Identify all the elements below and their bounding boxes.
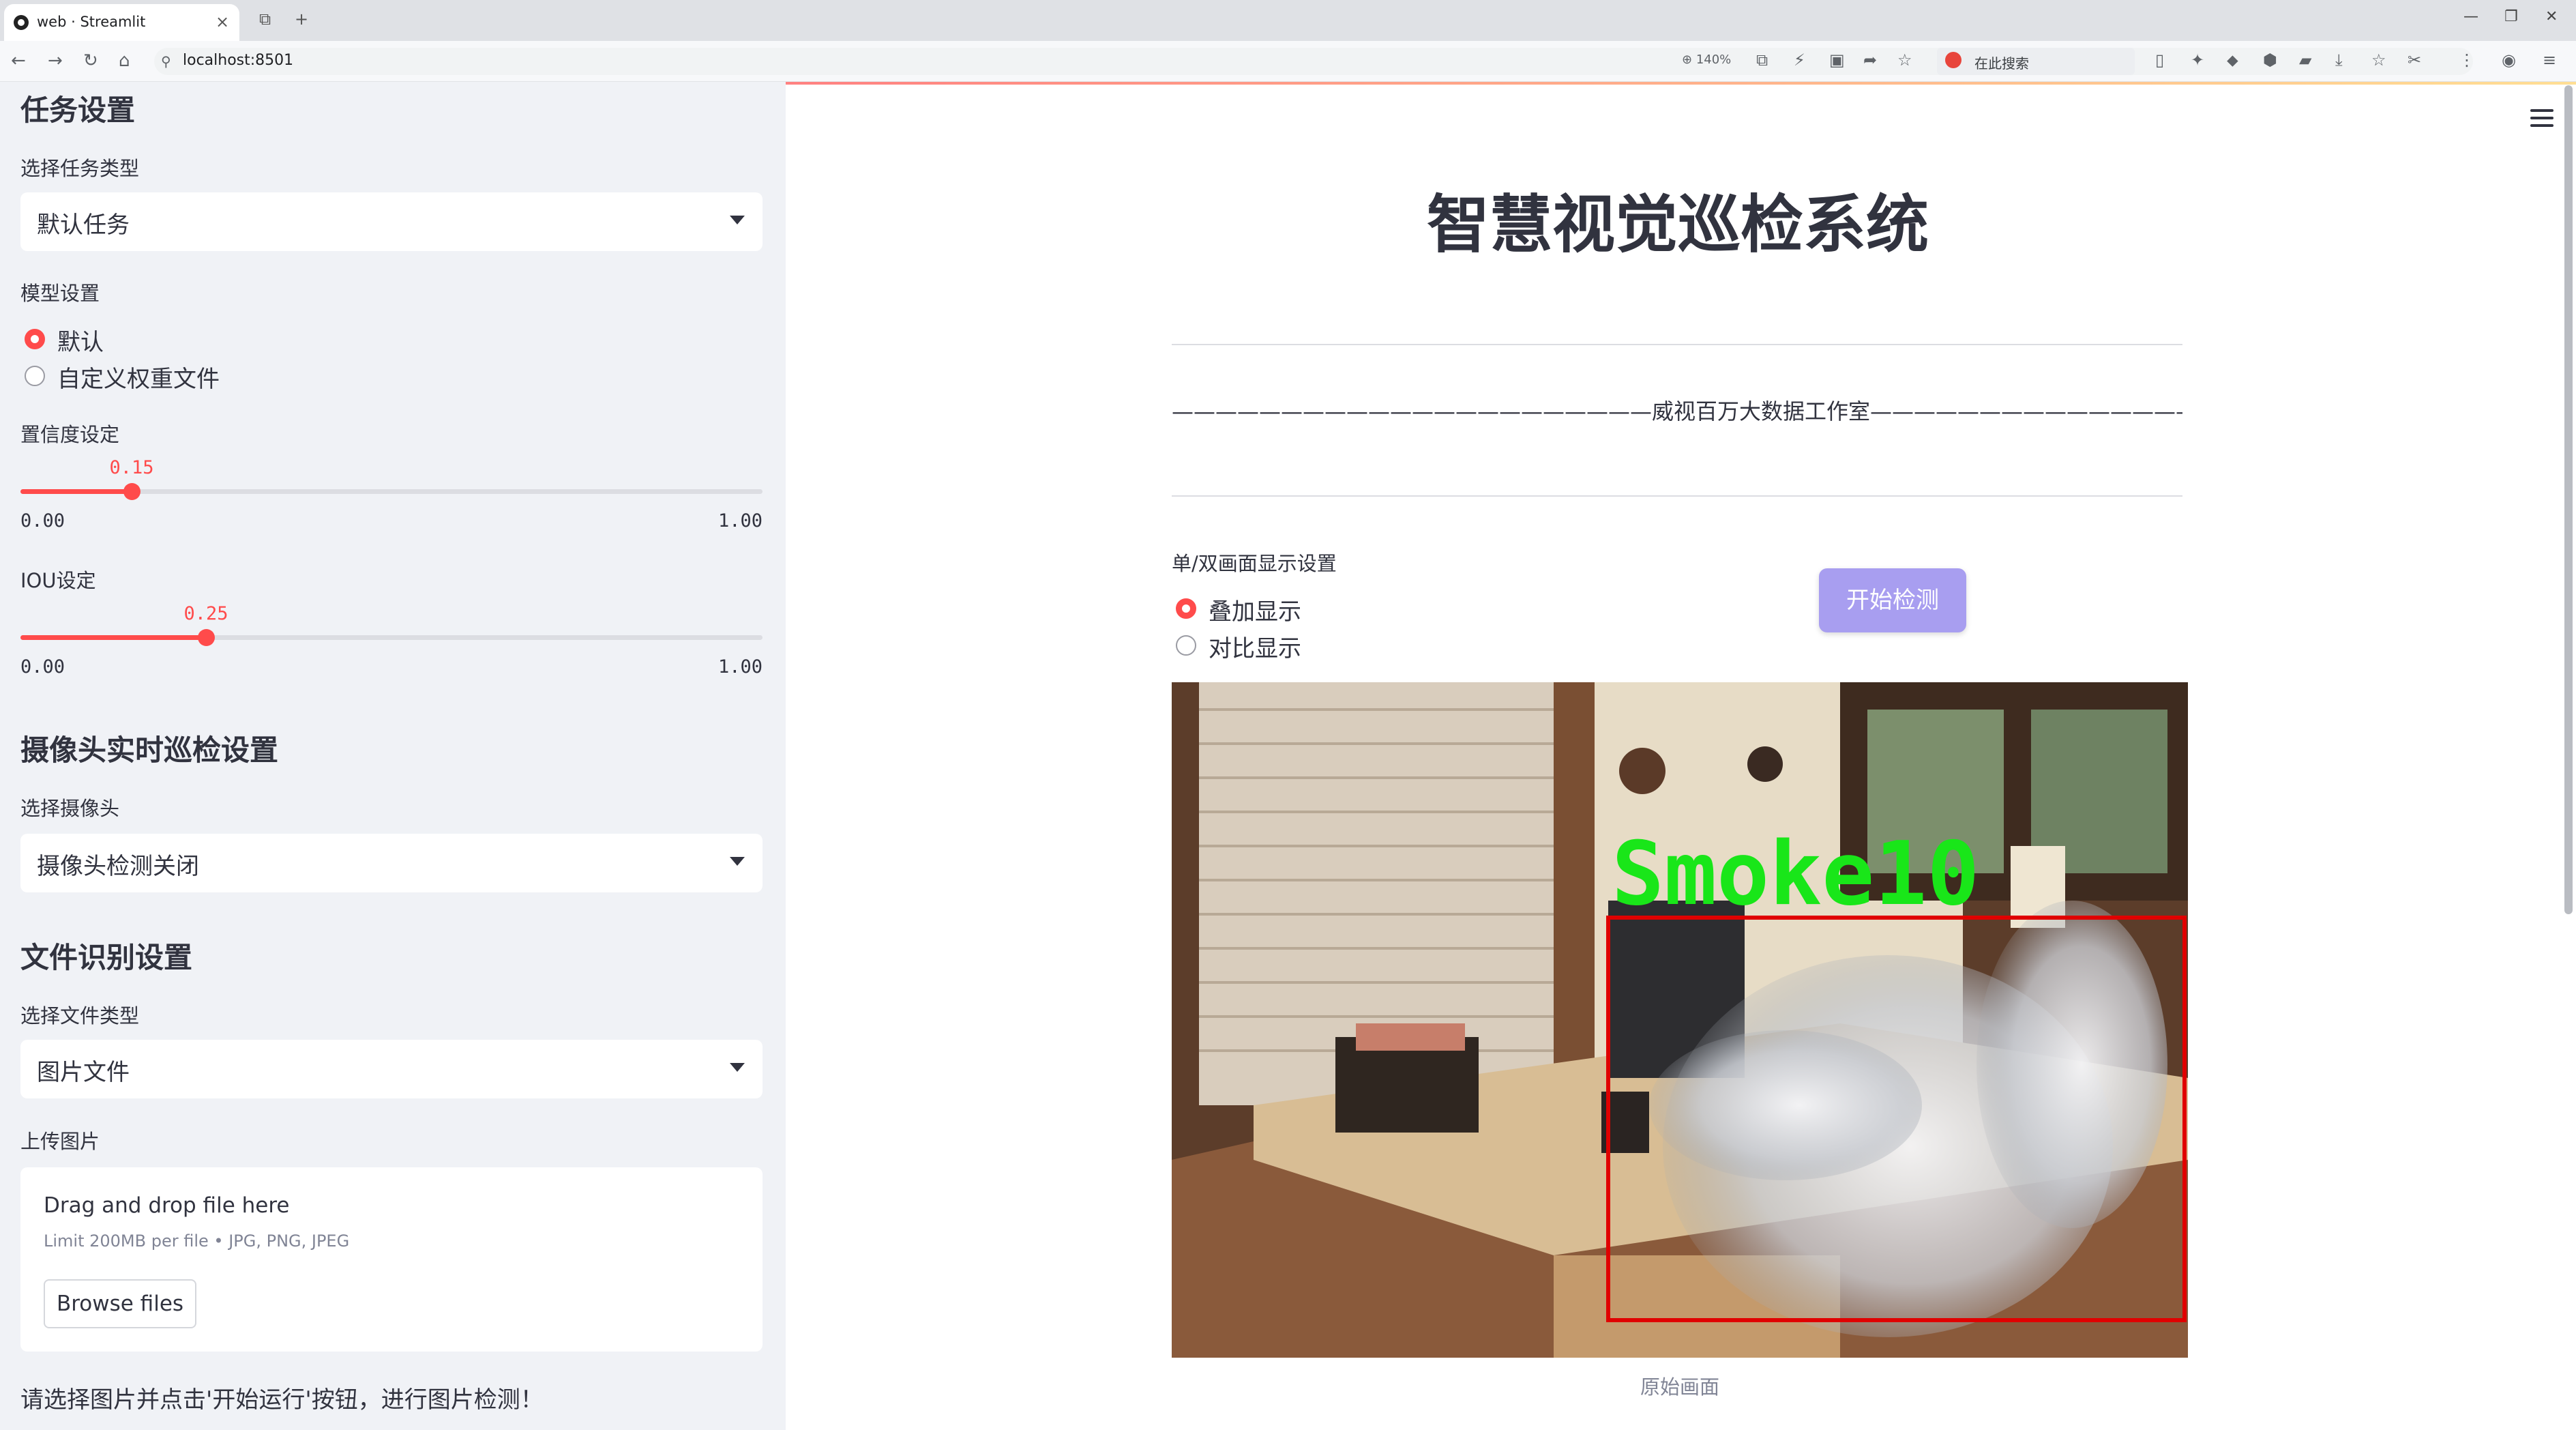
- top-decoration: [786, 82, 2576, 85]
- tab-title: web · Streamlit: [37, 14, 146, 30]
- iou-slider[interactable]: 0.25 0.00 1.00: [20, 603, 763, 677]
- slider-max: 1.00: [717, 656, 763, 677]
- search-engine-icon: [1945, 52, 1961, 68]
- extension-icon[interactable]: ✦: [2191, 50, 2204, 70]
- office-scene-image: Smoke10: [1172, 682, 2188, 1358]
- radio-selected-icon: [25, 329, 45, 349]
- slider-fill: [20, 635, 206, 640]
- phone-icon[interactable]: ▯: [2155, 50, 2164, 70]
- streamlit-favicon-icon: [14, 15, 29, 30]
- radio-label: 自定义权重文件: [57, 366, 220, 393]
- studio-banner: ——————————————————————威视百万大数据工作室————————…: [1172, 398, 2182, 424]
- favorites-icon[interactable]: ☆: [2371, 50, 2386, 70]
- tab-close-icon[interactable]: ×: [216, 12, 229, 31]
- radio-selected-icon: [1176, 598, 1196, 619]
- divider: [1172, 344, 2182, 345]
- camera-select[interactable]: 摄像头检测关闭: [20, 834, 763, 892]
- slider-thumb[interactable]: [123, 483, 140, 500]
- image-caption: 原始画面: [1640, 1375, 1719, 1399]
- iou-label: IOU设定: [20, 569, 96, 592]
- chevron-down-icon: [730, 857, 745, 866]
- file-section-title: 文件识别设置: [20, 941, 193, 974]
- display-mode-label: 单/双画面显示设置: [1172, 552, 1337, 575]
- chevron-down-icon: [730, 1063, 745, 1072]
- file-dropzone[interactable]: Drag and drop file here Limit 200MB per …: [20, 1167, 763, 1352]
- bolt-icon[interactable]: ⚡: [1794, 50, 1805, 70]
- task-section-title: 任务设置: [20, 93, 136, 127]
- camera-section-title: 摄像头实时巡检设置: [20, 733, 279, 767]
- minimize-icon[interactable]: —: [2463, 8, 2478, 25]
- radio-unselected-icon: [25, 366, 45, 386]
- slider-fill: [20, 489, 132, 494]
- task-type-value: 默认任务: [37, 211, 130, 239]
- address-bar: ← → ↻ ⌂ ⚲ localhost:8501 ⊕ 140% ⧉ ⚡ ▣ ➦ …: [0, 41, 2576, 82]
- scrollbar[interactable]: [2564, 85, 2573, 914]
- slider-thumb[interactable]: [198, 629, 215, 646]
- bookmark-star-icon[interactable]: ☆: [1897, 50, 1912, 70]
- share-icon[interactable]: ➦: [1863, 50, 1877, 70]
- browser-tab[interactable]: web · Streamlit ×: [4, 4, 239, 41]
- file-type-label: 选择文件类型: [20, 1004, 140, 1027]
- dropzone-title: Drag and drop file here: [44, 1193, 290, 1218]
- upload-hint: 请选择图片并点击'开始运行'按钮，进行图片检测！: [20, 1386, 544, 1414]
- zoom-level[interactable]: ⊕ 140%: [1682, 53, 1731, 67]
- new-tab-icon[interactable]: +: [295, 10, 308, 29]
- search-icon: ⚲: [161, 53, 171, 70]
- task-type-label: 选择任务类型: [20, 157, 140, 180]
- model-label: 模型设置: [20, 282, 100, 305]
- search-placeholder: 在此搜索: [1974, 55, 2029, 72]
- browser-search-box[interactable]: [1937, 48, 2135, 75]
- browse-files-button[interactable]: Browse files: [44, 1279, 196, 1328]
- translate-icon[interactable]: ⧉: [1756, 50, 1768, 70]
- upload-label: 上传图片: [20, 1130, 100, 1153]
- menu-icon[interactable]: ≡: [2543, 50, 2556, 70]
- tab-groups-icon[interactable]: ⧉: [259, 10, 271, 29]
- slider-min: 0.00: [20, 656, 65, 677]
- restore-icon[interactable]: ❐: [2504, 8, 2518, 25]
- download-icon[interactable]: ⤓: [2335, 50, 2343, 70]
- task-type-select[interactable]: 默认任务: [20, 192, 763, 251]
- dropzone-limit: Limit 200MB per file • JPG, PNG, JPEG: [44, 1231, 350, 1251]
- file-type-select[interactable]: 图片文件: [20, 1040, 763, 1098]
- radio-label: 默认: [57, 329, 104, 356]
- scissors-icon[interactable]: ✂: [2408, 50, 2421, 70]
- back-icon[interactable]: ←: [11, 50, 26, 71]
- profile-icon[interactable]: ◉: [2502, 50, 2516, 70]
- radio-label: 叠加显示: [1209, 598, 1301, 626]
- browser-tabbar: web · Streamlit × ⧉ + — ❐ ✕: [0, 0, 2576, 41]
- camera-label: 选择摄像头: [20, 797, 120, 820]
- slider-max: 1.00: [717, 510, 763, 531]
- file-type-value: 图片文件: [37, 1059, 130, 1086]
- confidence-label: 置信度设定: [20, 423, 120, 446]
- slider-value: 0.25: [183, 603, 228, 624]
- slider-min: 0.00: [20, 510, 65, 531]
- start-detection-button[interactable]: 开始检测: [1819, 568, 1966, 632]
- home-icon[interactable]: ⌂: [119, 50, 130, 71]
- chevron-down-icon: [730, 216, 745, 224]
- more-icon[interactable]: ⋮: [2459, 50, 2475, 70]
- slider-value: 0.15: [109, 457, 154, 478]
- detection-image: Smoke10: [1172, 682, 2188, 1358]
- camera-value: 摄像头检测关闭: [37, 853, 199, 880]
- hamburger-menu-icon[interactable]: [2530, 109, 2553, 127]
- reload-icon[interactable]: ↻: [83, 50, 98, 71]
- detection-label: Smoke10: [1612, 823, 1979, 925]
- zoom-value: 140%: [1696, 53, 1732, 67]
- extension-icon[interactable]: ▰: [2299, 50, 2311, 70]
- divider: [1172, 495, 2182, 497]
- url-text[interactable]: localhost:8501: [183, 52, 293, 69]
- radio-unselected-icon: [1176, 635, 1196, 656]
- radio-label: 对比显示: [1209, 635, 1301, 662]
- capture-icon[interactable]: ▣: [1829, 50, 1845, 70]
- window-close-icon[interactable]: ✕: [2545, 8, 2558, 25]
- forward-icon[interactable]: →: [48, 50, 63, 71]
- page-title: 智慧视觉巡检系统: [1426, 188, 1929, 261]
- extension-icon[interactable]: ⬢: [2263, 50, 2277, 70]
- extension-icon[interactable]: ⬥: [2227, 50, 2238, 70]
- confidence-slider[interactable]: 0.15 0.00 1.00: [20, 457, 763, 531]
